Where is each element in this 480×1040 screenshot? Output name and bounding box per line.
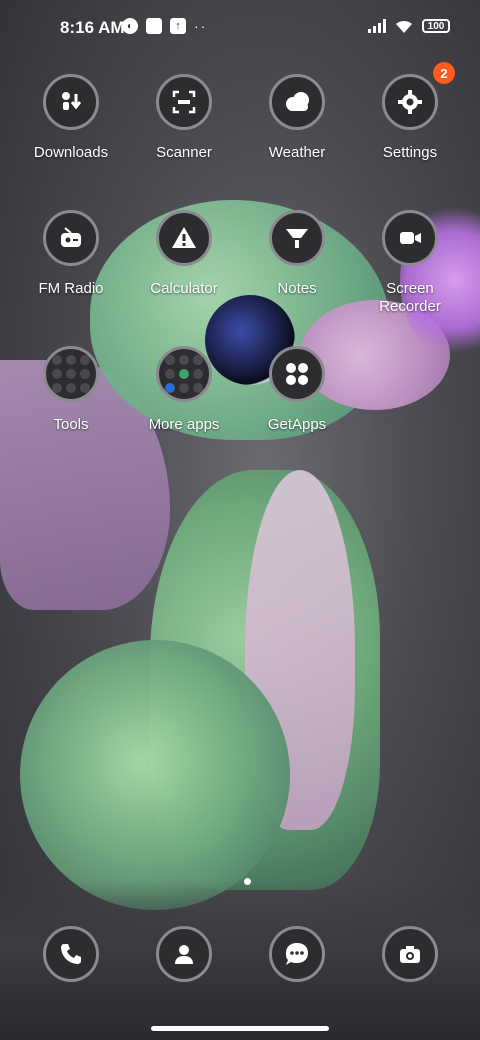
notification-square-icon (146, 18, 162, 34)
settings-gear-icon (382, 74, 438, 130)
notes-icon (269, 210, 325, 266)
dock-messages[interactable] (242, 926, 352, 982)
getapps-icon (269, 346, 325, 402)
app-scanner[interactable]: Scanner (129, 74, 239, 162)
app-label: Calculator (150, 280, 218, 297)
app-label: Notes (277, 280, 317, 297)
battery-icon: 100 (422, 19, 450, 33)
app-getapps[interactable]: GetApps (242, 346, 352, 434)
screen-recorder-icon (382, 210, 438, 266)
app-folder-tools[interactable]: Tools (16, 346, 126, 434)
app-label: Downloads (33, 144, 109, 161)
app-label: Settings (382, 144, 438, 161)
dock-phone[interactable] (16, 926, 126, 982)
app-fm-radio[interactable]: FM Radio (16, 210, 126, 298)
data-saver-icon: ◐ (122, 18, 138, 34)
app-label: More apps (148, 416, 220, 433)
app-notes[interactable]: Notes (242, 210, 352, 298)
app-label: GetApps (267, 416, 327, 433)
app-screen-recorder[interactable]: Screen Recorder (355, 210, 465, 316)
weather-icon (269, 74, 325, 130)
app-weather[interactable]: Weather (242, 74, 352, 162)
app-label: Screen Recorder (379, 280, 441, 315)
status-bar: 8:16 AM ◐ ↑ ·· 100 (0, 0, 480, 56)
app-label: Scanner (156, 144, 212, 161)
app-label: FM Radio (38, 280, 104, 297)
scanner-icon (156, 74, 212, 130)
calculator-icon (156, 210, 212, 266)
upload-icon: ↑ (170, 18, 186, 34)
app-folder-more-apps[interactable]: More apps (129, 346, 239, 434)
app-calculator[interactable]: Calculator (129, 210, 239, 298)
app-label: Tools (53, 416, 89, 433)
phone-icon (43, 926, 99, 982)
signal-icon (368, 19, 386, 33)
camera-icon (382, 926, 438, 982)
app-downloads[interactable]: Downloads (16, 74, 126, 162)
app-label: Weather (268, 144, 326, 161)
clock: 8:16 AM (60, 18, 125, 37)
downloads-icon (43, 74, 99, 130)
home-screen: 8:16 AM ◐ ↑ ·· 100 Downloads Scanner Wea… (0, 0, 480, 1040)
more-dots-icon: ·· (194, 18, 208, 34)
dock-camera[interactable] (355, 926, 465, 982)
notification-badge: 2 (433, 62, 455, 84)
contacts-icon (156, 926, 212, 982)
dock-contacts[interactable] (129, 926, 239, 982)
fm-radio-icon (43, 210, 99, 266)
folder-icon (43, 346, 99, 402)
messages-icon (269, 926, 325, 982)
app-settings[interactable]: 2 Settings (355, 62, 465, 162)
home-gesture-bar[interactable] (151, 1026, 329, 1031)
page-indicator (244, 878, 251, 885)
folder-icon (156, 346, 212, 402)
wifi-icon (396, 20, 412, 33)
